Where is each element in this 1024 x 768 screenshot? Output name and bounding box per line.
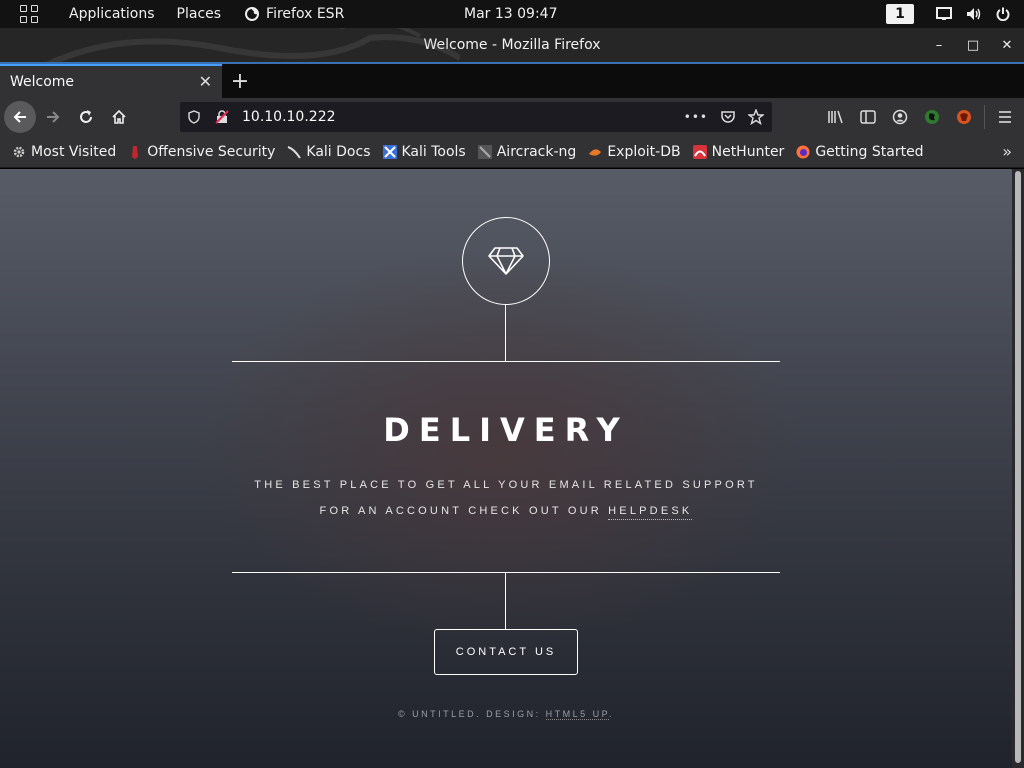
- power-icon[interactable]: [996, 7, 1010, 21]
- footer-copyright: © UNTITLED. DESIGN:: [397, 709, 546, 719]
- divider-bottom: [232, 572, 780, 573]
- bookmark-star-icon[interactable]: [748, 109, 764, 125]
- connector-line-bottom: [505, 572, 506, 629]
- gnome-top-bar: Applications Places Firefox ESR Mar 13 0…: [0, 0, 1024, 28]
- page-viewport: DELIVERY THE BEST PLACE TO GET ALL YOUR …: [0, 169, 1012, 768]
- bookmark-kali-docs[interactable]: Kali Docs: [287, 143, 371, 160]
- forward-arrow-icon: [47, 111, 60, 123]
- kali-dragon-watermark: [45, 28, 460, 62]
- library-icon[interactable]: [820, 101, 852, 133]
- offsec-icon: [132, 145, 139, 159]
- tagline-line-2: FOR AN ACCOUNT CHECK OUT OUR HELPDESK: [0, 505, 1012, 520]
- bookmark-exploit-db[interactable]: Exploit-DB: [588, 143, 681, 160]
- footer: © UNTITLED. DESIGN: HTML5 UP.: [0, 709, 1012, 720]
- bookmark-aircrack-ng[interactable]: Aircrack-ng: [477, 143, 577, 160]
- divider-top: [232, 361, 780, 362]
- bookmark-label: NetHunter: [711, 143, 785, 160]
- kali-tools-icon: [382, 144, 397, 159]
- bookmark-offensive-security[interactable]: Offensive Security: [128, 144, 275, 160]
- bookmark-label: Offensive Security: [147, 143, 276, 160]
- pocket-icon[interactable]: [720, 109, 736, 125]
- app-grid-icon[interactable]: [0, 0, 58, 28]
- home-button[interactable]: [103, 101, 135, 133]
- bookmark-kali-tools[interactable]: Kali Tools: [382, 143, 466, 160]
- firefox-icon: [245, 7, 260, 21]
- window-title-bar[interactable]: Welcome - Mozilla Firefox – □ ✕: [0, 28, 1024, 64]
- diamond-icon: [488, 247, 524, 275]
- extension-orange-icon[interactable]: [948, 101, 980, 133]
- sidebar-icon[interactable]: [852, 101, 884, 133]
- bookmark-getting-started[interactable]: Getting Started: [796, 143, 924, 160]
- firefox-app-label: Firefox ESR: [266, 6, 345, 22]
- volume-icon[interactable]: [966, 7, 982, 21]
- toolbar-separator: [984, 105, 985, 129]
- html5up-link[interactable]: HTML5 UP: [545, 709, 609, 720]
- exploitdb-icon: [589, 148, 602, 156]
- url-text[interactable]: 10.10.10.222: [242, 109, 684, 125]
- firefox-icon: [796, 145, 810, 158]
- bookmark-label: Getting Started: [815, 143, 924, 160]
- firefox-app-menu[interactable]: Firefox ESR: [232, 0, 356, 28]
- extension-green-icon[interactable]: [916, 101, 948, 133]
- bookmarks-overflow-icon[interactable]: »: [1002, 142, 1012, 161]
- hamburger-menu-icon[interactable]: [989, 101, 1021, 133]
- logo: [462, 217, 550, 305]
- applications-menu[interactable]: Applications: [58, 0, 166, 28]
- nethunter-icon: [692, 144, 707, 159]
- bookmark-label: Aircrack-ng: [496, 143, 577, 160]
- places-menu[interactable]: Places: [166, 0, 233, 28]
- url-bar[interactable]: 10.10.10.222 •••: [180, 102, 772, 132]
- tagline-prefix: FOR AN ACCOUNT CHECK OUT OUR: [319, 505, 609, 517]
- helpdesk-link[interactable]: HELPDESK: [608, 505, 693, 520]
- minimize-button[interactable]: –: [922, 38, 956, 53]
- reload-icon: [80, 110, 92, 123]
- workspace-indicator[interactable]: 1: [886, 4, 914, 24]
- bookmarks-toolbar: Most Visited Offensive Security Kali Doc…: [0, 136, 1024, 168]
- contact-us-button[interactable]: CONTACT US: [434, 629, 578, 675]
- page-title: DELIVERY: [383, 411, 629, 449]
- kali-icon: [288, 145, 302, 159]
- connector-line-top: [505, 305, 506, 361]
- maximize-button[interactable]: □: [956, 38, 990, 53]
- tab-strip: Welcome ✕ +: [0, 64, 1024, 98]
- new-tab-button[interactable]: +: [222, 64, 258, 98]
- tab-welcome[interactable]: Welcome ✕: [0, 64, 222, 98]
- back-button[interactable]: [4, 101, 36, 133]
- bookmark-nethunter[interactable]: NetHunter: [692, 143, 785, 160]
- page-actions-icon[interactable]: •••: [684, 110, 708, 124]
- tagline-line-1: THE BEST PLACE TO GET ALL YOUR EMAIL REL…: [254, 479, 758, 491]
- bookmark-label: Kali Tools: [401, 143, 466, 160]
- bookmark-label: Most Visited: [31, 143, 117, 160]
- clock[interactable]: Mar 13 09:47: [464, 0, 557, 28]
- bookmark-label: Kali Docs: [306, 143, 371, 160]
- insecure-lock-icon[interactable]: [208, 110, 236, 124]
- bookmark-label: Exploit-DB: [607, 143, 681, 160]
- tab-label: Welcome: [10, 74, 75, 90]
- tracking-shield-icon[interactable]: [180, 110, 208, 124]
- aircrack-icon: [477, 144, 492, 159]
- bookmark-most-visited[interactable]: Most Visited: [12, 144, 116, 160]
- gear-icon: [13, 146, 25, 157]
- screen-icon[interactable]: [936, 7, 952, 21]
- close-tab-icon[interactable]: ✕: [199, 72, 212, 91]
- forward-button[interactable]: [37, 101, 69, 133]
- reload-button[interactable]: [70, 101, 102, 133]
- close-window-button[interactable]: ✕: [990, 38, 1024, 53]
- navigation-toolbar: 10.10.10.222 •••: [0, 98, 1024, 136]
- home-icon: [112, 109, 126, 124]
- scrollbar-thumb[interactable]: [1015, 171, 1021, 763]
- account-icon[interactable]: [884, 101, 916, 133]
- footer-suffix: .: [609, 709, 615, 719]
- vertical-scrollbar[interactable]: [1012, 169, 1024, 768]
- back-arrow-icon: [13, 111, 26, 123]
